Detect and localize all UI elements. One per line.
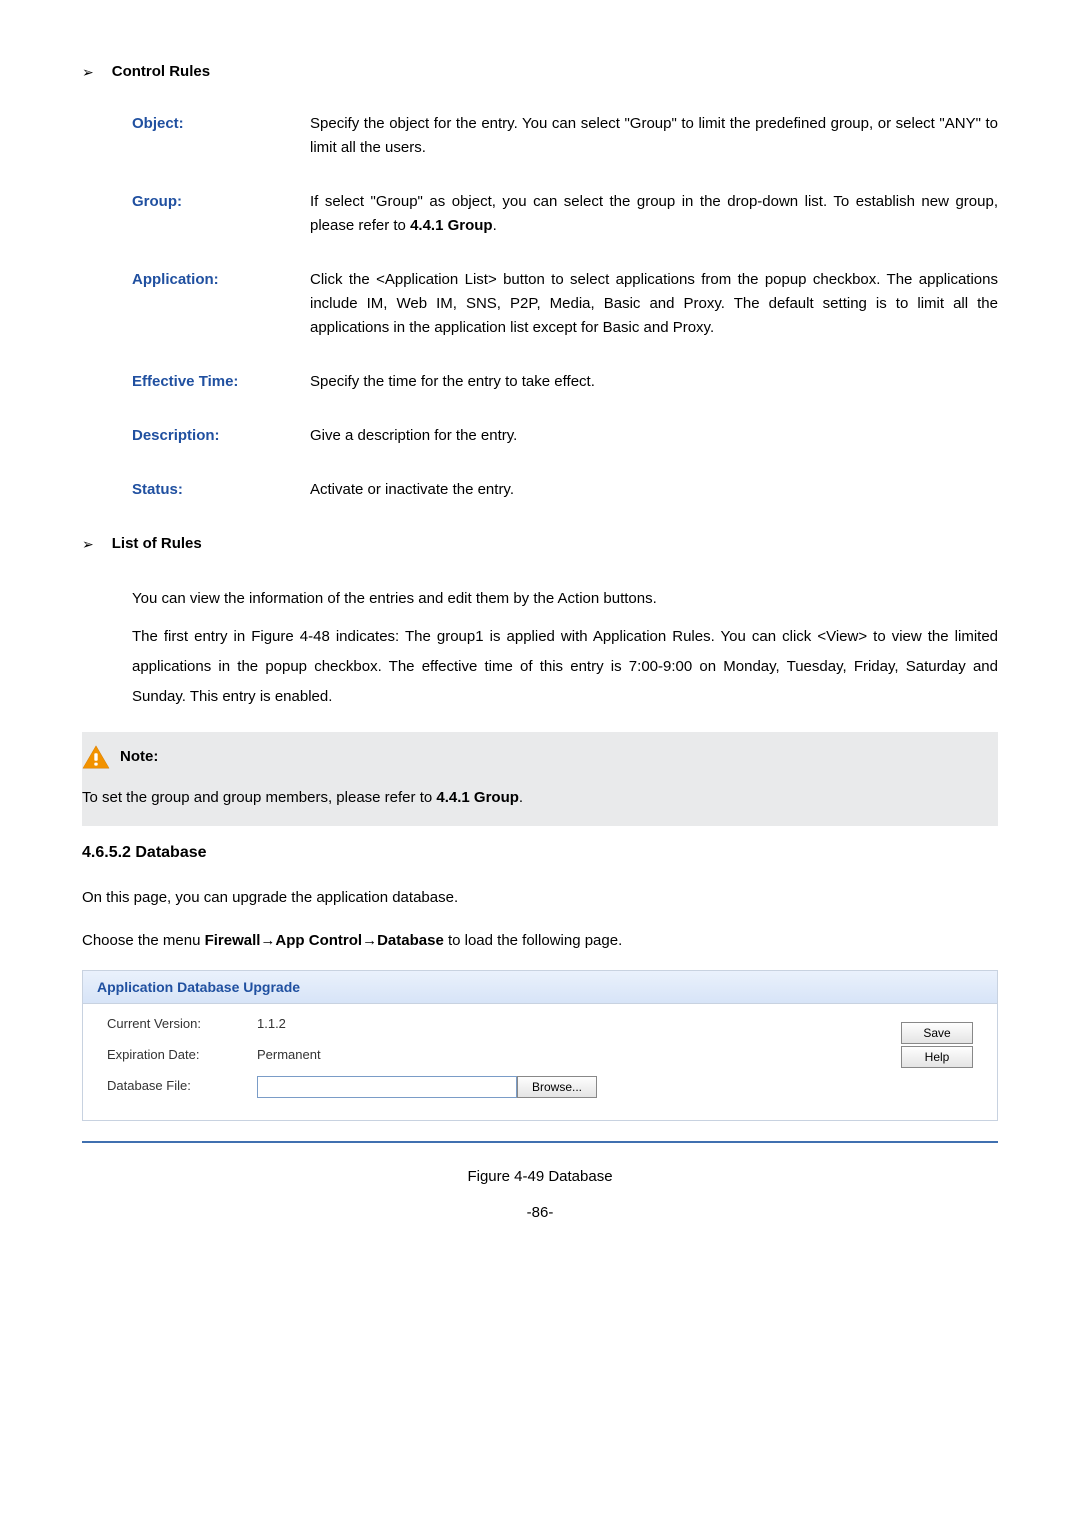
definition-row: Effective Time: Specify the time for the… bbox=[132, 370, 998, 394]
term-description: Description: bbox=[132, 424, 310, 448]
file-label: Database File: bbox=[107, 1076, 257, 1097]
upgrade-panel: Application Database Upgrade Current Ver… bbox=[82, 970, 998, 1121]
body2-pre: Choose the menu bbox=[82, 932, 205, 949]
triangle-bullet-icon: ➢ bbox=[82, 61, 94, 83]
definition-row: Object: Specify the object for the entry… bbox=[132, 112, 998, 160]
note-text: To set the group and group members, plea… bbox=[82, 786, 998, 810]
panel-row-expiration: Expiration Date: Permanent bbox=[107, 1045, 901, 1066]
expiration-label: Expiration Date: bbox=[107, 1045, 257, 1066]
definition-row: Application: Click the <Application List… bbox=[132, 268, 998, 340]
version-label: Current Version: bbox=[107, 1014, 257, 1035]
panel-right: Save Help bbox=[901, 1014, 973, 1108]
figure-caption: Figure 4-49 Database bbox=[82, 1165, 998, 1189]
section-header-control-rules: ➢ Control Rules bbox=[82, 60, 998, 84]
file-input-wrap: Browse... bbox=[257, 1076, 597, 1098]
version-value: 1.1.2 bbox=[257, 1014, 901, 1035]
browse-button[interactable]: Browse... bbox=[517, 1076, 597, 1098]
list-rules-para2: The first entry in Figure 4-48 indicates… bbox=[132, 622, 998, 712]
warning-icon bbox=[82, 744, 110, 770]
body2-bold: Firewall→App Control→Database bbox=[205, 932, 444, 949]
definition-row: Status: Activate or inactivate the entry… bbox=[132, 478, 998, 502]
section-title: List of Rules bbox=[112, 532, 202, 556]
body-text-1: On this page, you can upgrade the applic… bbox=[82, 884, 998, 911]
page-number: -86- bbox=[82, 1201, 998, 1225]
panel-row-file: Database File: Browse... bbox=[107, 1076, 901, 1098]
note-box: Note: To set the group and group members… bbox=[82, 732, 998, 826]
note-header: Note: bbox=[82, 744, 998, 770]
desc-status: Activate or inactivate the entry. bbox=[310, 478, 998, 502]
desc-effective-time: Specify the time for the entry to take e… bbox=[310, 370, 998, 394]
panel-row-version: Current Version: 1.1.2 bbox=[107, 1014, 901, 1035]
body-text-2: Choose the menu Firewall→App Control→Dat… bbox=[82, 927, 998, 954]
desc-group: If select "Group" as object, you can sel… bbox=[310, 190, 998, 238]
desc-group-bold: 4.4.1 Group bbox=[410, 217, 493, 234]
note-text-pre: To set the group and group members, plea… bbox=[82, 789, 436, 806]
body2-post: to load the following page. bbox=[444, 932, 622, 949]
definition-list: Object: Specify the object for the entry… bbox=[132, 112, 998, 502]
desc-object: Specify the object for the entry. You ca… bbox=[310, 112, 998, 160]
term-group: Group: bbox=[132, 190, 310, 238]
heading-database: 4.6.5.2 Database bbox=[82, 840, 998, 866]
desc-description: Give a description for the entry. bbox=[310, 424, 998, 448]
database-file-input[interactable] bbox=[257, 1076, 517, 1098]
note-text-post: . bbox=[519, 789, 523, 806]
panel-body: Current Version: 1.1.2 Expiration Date: … bbox=[83, 1004, 997, 1120]
term-application: Application: bbox=[132, 268, 310, 340]
section-header-list-of-rules: ➢ List of Rules bbox=[82, 532, 998, 556]
term-effective-time: Effective Time: bbox=[132, 370, 310, 394]
desc-group-post: . bbox=[493, 217, 497, 234]
divider-line bbox=[82, 1141, 998, 1143]
note-text-bold: 4.4.1 Group bbox=[436, 789, 519, 806]
section-title: Control Rules bbox=[112, 60, 210, 84]
definition-row: Group: If select "Group" as object, you … bbox=[132, 190, 998, 238]
definition-row: Description: Give a description for the … bbox=[132, 424, 998, 448]
term-object: Object: bbox=[132, 112, 310, 160]
panel-left: Current Version: 1.1.2 Expiration Date: … bbox=[107, 1014, 901, 1108]
triangle-bullet-icon: ➢ bbox=[82, 533, 94, 555]
panel-header: Application Database Upgrade bbox=[83, 971, 997, 1004]
list-rules-para1: You can view the information of the entr… bbox=[132, 584, 998, 614]
note-label: Note: bbox=[120, 745, 158, 769]
desc-application: Click the <Application List> button to s… bbox=[310, 268, 998, 340]
help-button[interactable]: Help bbox=[901, 1046, 973, 1068]
term-status: Status: bbox=[132, 478, 310, 502]
save-button[interactable]: Save bbox=[901, 1022, 973, 1044]
expiration-value: Permanent bbox=[257, 1045, 901, 1066]
